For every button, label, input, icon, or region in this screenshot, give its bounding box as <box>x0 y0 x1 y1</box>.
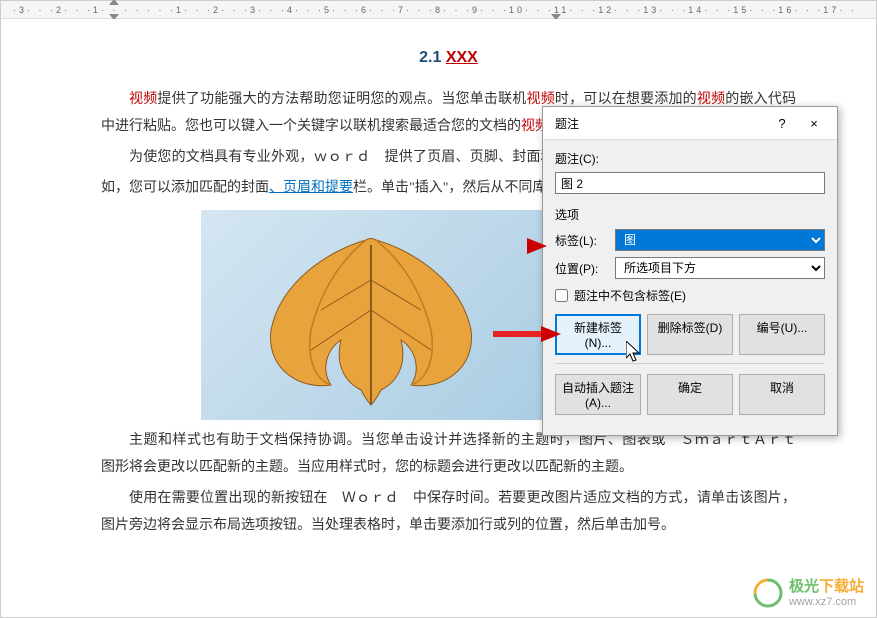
ruler-text: ·3· · ·2· · ·1· · · · · · ·1· · ·2· · ·3… <box>13 5 857 15</box>
watermark: 极光下载站 www.xz7.com <box>753 578 864 609</box>
divider <box>555 363 825 364</box>
ok-button[interactable]: 确定 <box>647 374 733 415</box>
dialog-title: 题注 <box>555 115 579 132</box>
delete-label-button[interactable]: 删除标签(D) <box>647 314 733 355</box>
document-image[interactable] <box>201 210 566 420</box>
heading-2-1: 2.1 XXX <box>101 49 796 67</box>
watermark-logo-icon <box>753 578 783 608</box>
exclude-label-text: 题注中不包含标签(E) <box>574 287 686 304</box>
horizontal-ruler: ·3· · ·2· · ·1· · · · · · ·1· · ·2· · ·3… <box>1 1 876 19</box>
numbering-button[interactable]: 编号(U)... <box>739 314 825 355</box>
auto-caption-button[interactable]: 自动插入题注(A)... <box>555 374 641 415</box>
paragraph-3: 主题和样式也有助于文档保持协调。当您单击设计并选择新的主题时，图片、图表或 Ｓｍ… <box>101 428 796 481</box>
close-button[interactable]: × <box>799 113 829 133</box>
caption-input[interactable] <box>555 172 825 194</box>
label-field-label: 标签(L): <box>555 232 607 249</box>
heading-text: XXX <box>446 49 478 66</box>
dialog-titlebar[interactable]: 题注 ? × <box>543 107 837 140</box>
caption-field-label: 题注(C): <box>555 150 825 167</box>
leaf-image-icon <box>241 230 491 410</box>
new-label-button[interactable]: 新建标签(N)... <box>555 314 641 355</box>
exclude-label-checkbox[interactable] <box>555 289 568 302</box>
label-select[interactable]: 图 <box>615 229 825 251</box>
options-section-label: 选项 <box>555 206 825 223</box>
cancel-button[interactable]: 取消 <box>739 374 825 415</box>
help-button[interactable]: ? <box>767 113 797 133</box>
ruler-indent-marker-top[interactable] <box>109 0 119 5</box>
watermark-url: www.xz7.com <box>789 596 864 609</box>
heading-number: 2.1 <box>419 49 446 66</box>
position-select[interactable]: 所选项目下方 <box>615 257 825 279</box>
paragraph-4: 使用在需要位置出现的新按钮在 Ｗｏｒｄ 中保存时间。若要更改图片适应文档的方式，… <box>101 486 796 539</box>
position-field-label: 位置(P): <box>555 260 607 277</box>
caption-dialog: 题注 ? × 题注(C): 选项 标签(L): 图 位置(P): 所选项目下方 … <box>542 106 838 436</box>
